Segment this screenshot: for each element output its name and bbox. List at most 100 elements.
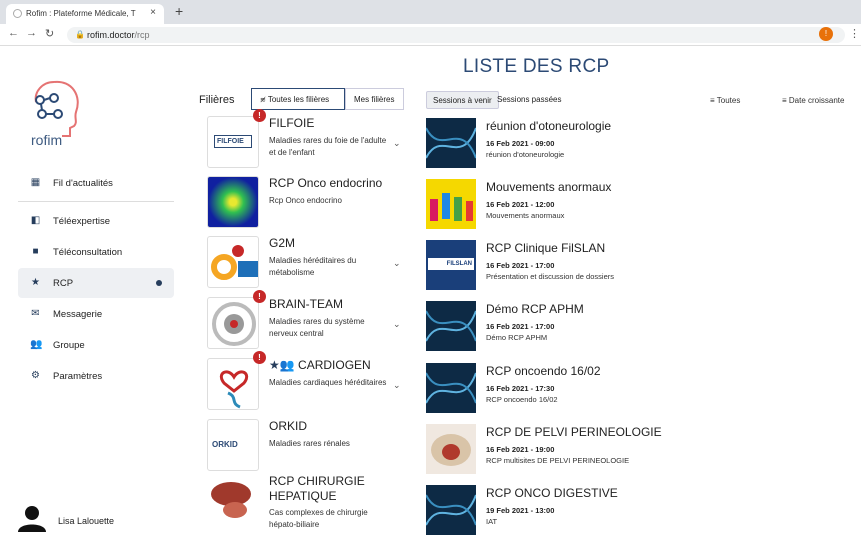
avatar[interactable] bbox=[18, 504, 46, 532]
session-subtitle: RCP oncoendo 16/02 bbox=[486, 395, 558, 404]
browser-tab-bar: Rofim : Plateforme Médicale, T × + bbox=[0, 0, 861, 24]
sidebar-item-label: Téléconsultation bbox=[53, 247, 123, 258]
logo-text: rofim bbox=[31, 132, 63, 148]
filiere-thumbnail: ORKID bbox=[207, 419, 259, 471]
filiere-thumbnail: FILFOIE bbox=[207, 116, 259, 168]
session-title: RCP Clinique FilSLAN bbox=[486, 241, 606, 255]
cardiogen-logo bbox=[219, 370, 249, 409]
url-field[interactable]: 🔒 rofim.doctor/rcp ☆ bbox=[67, 27, 845, 43]
session-subtitle: Mouvements anormaux bbox=[486, 211, 565, 220]
filiere-thumbnail bbox=[207, 176, 259, 228]
filiere-thumbnail bbox=[207, 297, 259, 349]
filiere-name: G2M bbox=[269, 236, 296, 250]
chevron-down-icon[interactable]: ⌄ bbox=[393, 138, 401, 149]
dna-image bbox=[426, 118, 476, 168]
url-path: /rcp bbox=[134, 30, 150, 40]
sidebar-item-teleconsultation[interactable]: ■ Téléconsultation bbox=[18, 237, 174, 267]
filslan-logo: FILSLAN bbox=[426, 240, 476, 290]
filiere-name-text: CARDIOGEN bbox=[298, 358, 371, 372]
sidebar-item-label: Paramètres bbox=[53, 371, 103, 382]
favorite-group-icons: ★👥 bbox=[269, 358, 295, 372]
library-icon: ◧ bbox=[30, 215, 41, 226]
favicon-icon bbox=[13, 9, 22, 18]
sidebar-item-messagerie[interactable]: ✉ Messagerie bbox=[18, 299, 174, 329]
mail-icon: ✉ bbox=[31, 308, 40, 319]
gear-icon: ⚙ bbox=[31, 370, 40, 381]
session-date: 19 Feb 2021 - 13:00 bbox=[486, 506, 555, 515]
filslan-thumb-text: FILSLAN bbox=[428, 258, 474, 270]
new-tab-icon[interactable]: + bbox=[175, 3, 183, 19]
sidebar-item-parametres[interactable]: ⚙ Paramètres bbox=[18, 361, 174, 391]
filiere-desc: Maladies rares rénales bbox=[269, 439, 350, 448]
dna-image bbox=[426, 301, 476, 351]
browser-tab[interactable]: Rofim : Plateforme Médicale, T × bbox=[6, 4, 164, 24]
alert-badge: ! bbox=[253, 109, 266, 122]
dna-image bbox=[426, 363, 476, 413]
session-date: 16 Feb 2021 - 09:00 bbox=[486, 139, 555, 148]
people-icon: 👥 bbox=[30, 339, 43, 350]
page-title: LISTE DES RCP bbox=[463, 56, 610, 77]
session-title: RCP ONCO DIGESTIVE bbox=[486, 486, 618, 500]
alert-badge: ! bbox=[253, 290, 266, 303]
sidebar-item-label: Messagerie bbox=[53, 309, 103, 320]
filiere-thumbnail bbox=[207, 474, 259, 526]
sidebar-item-label: RCP bbox=[53, 278, 74, 289]
tab-sessions-upcoming[interactable]: Sessions à venir bbox=[426, 91, 499, 109]
tab-sessions-past[interactable]: Sessions passées bbox=[491, 91, 567, 109]
session-subtitle: RCP multisites DE PELVI PERINEOLOGIE bbox=[486, 456, 630, 465]
chevron-down-icon[interactable]: ⌄ bbox=[393, 380, 401, 391]
sidebar-item-rcp[interactable]: ★ RCP bbox=[18, 268, 174, 298]
filiere-thumb-text: ORKID bbox=[212, 440, 238, 449]
filiere-thumbnail bbox=[207, 358, 259, 410]
sort-dropdown[interactable]: ≡ Date croissante bbox=[782, 96, 844, 105]
filter-off-icon: ≋̸ bbox=[260, 97, 268, 104]
filiere-name: RCP CHIRURGIE HEPATIQUE bbox=[269, 474, 365, 503]
session-subtitle: réunion d'otoneurologie bbox=[486, 150, 565, 159]
forward-icon[interactable]: → bbox=[26, 27, 37, 39]
sidebar-divider bbox=[18, 201, 174, 202]
sort-icon: ≡ bbox=[782, 96, 789, 105]
session-title: RCP oncoendo 16/02 bbox=[486, 364, 601, 378]
all-filieres-toggle[interactable]: ≋̸ Toutes les filières bbox=[251, 88, 345, 110]
session-title: RCP DE PELVI PERINEOLOGIE bbox=[486, 425, 662, 439]
filiere-desc: Maladies rares du foie de l'adulte et de… bbox=[269, 136, 387, 157]
filiere-name: ★👥 CARDIOGEN bbox=[269, 358, 371, 372]
filiere-desc: Maladies cardiaques héréditaires bbox=[269, 378, 387, 387]
tab-label: Sessions à venir bbox=[433, 96, 492, 105]
filiere-desc: Rcp Onco endocrino bbox=[269, 196, 342, 205]
address-bar-row: ← → ↻ 🔒 rofim.doctor/rcp ☆ ! ⋮ bbox=[0, 24, 861, 46]
star-icon: ★ bbox=[31, 277, 40, 288]
chevron-down-icon[interactable]: ⌄ bbox=[393, 319, 401, 330]
session-date: 16 Feb 2021 - 19:00 bbox=[486, 445, 555, 454]
all-filieres-label: Toutes les filières bbox=[267, 95, 330, 104]
user-name: Lisa Lalouette bbox=[58, 516, 115, 526]
filiere-desc: Maladies rares du système nerveux centra… bbox=[269, 317, 365, 338]
pelvis-image bbox=[426, 424, 476, 474]
my-filieres-toggle[interactable]: Mes filières bbox=[345, 88, 404, 110]
session-subtitle: Présentation et discussion de dossiers bbox=[486, 272, 614, 281]
session-date: 16 Feb 2021 - 17:30 bbox=[486, 384, 555, 393]
session-title: Mouvements anormaux bbox=[486, 180, 612, 194]
filiere-desc: Cas complexes de chirurgie hépato-biliai… bbox=[269, 508, 368, 529]
sidebar-item-teleexpertise[interactable]: ◧ Téléexpertise bbox=[18, 206, 174, 236]
filiere-thumb-text: FILFOIE bbox=[214, 135, 252, 148]
back-icon[interactable]: ← bbox=[8, 27, 19, 39]
filter-icon: ≡ bbox=[710, 96, 717, 105]
filiere-name: RCP Onco endocrino bbox=[269, 176, 383, 190]
lock-icon: 🔒 bbox=[75, 30, 85, 39]
session-date: 16 Feb 2021 - 17:00 bbox=[486, 322, 555, 331]
url-domain: rofim.doctor bbox=[87, 30, 135, 40]
active-indicator-dot bbox=[156, 280, 162, 286]
reload-icon[interactable]: ↻ bbox=[45, 27, 54, 40]
chevron-down-icon[interactable]: ⌄ bbox=[393, 258, 401, 269]
filiere-thumbnail bbox=[207, 236, 259, 288]
sidebar-item-groupe[interactable]: 👥 Groupe bbox=[18, 330, 174, 360]
filiere-desc: Maladies héréditaires du métabolisme bbox=[269, 256, 357, 277]
close-tab-icon[interactable]: × bbox=[150, 7, 156, 18]
profile-icon[interactable]: ! bbox=[819, 27, 833, 41]
tab-label: Sessions passées bbox=[497, 95, 562, 104]
filter-dropdown[interactable]: ≡ Toutes bbox=[710, 96, 740, 105]
session-date: 16 Feb 2021 - 17:00 bbox=[486, 261, 555, 270]
browser-menu-icon[interactable]: ⋮ bbox=[849, 27, 860, 40]
sidebar-item-actualites[interactable]: ▦ Fil d'actualités bbox=[18, 168, 174, 198]
